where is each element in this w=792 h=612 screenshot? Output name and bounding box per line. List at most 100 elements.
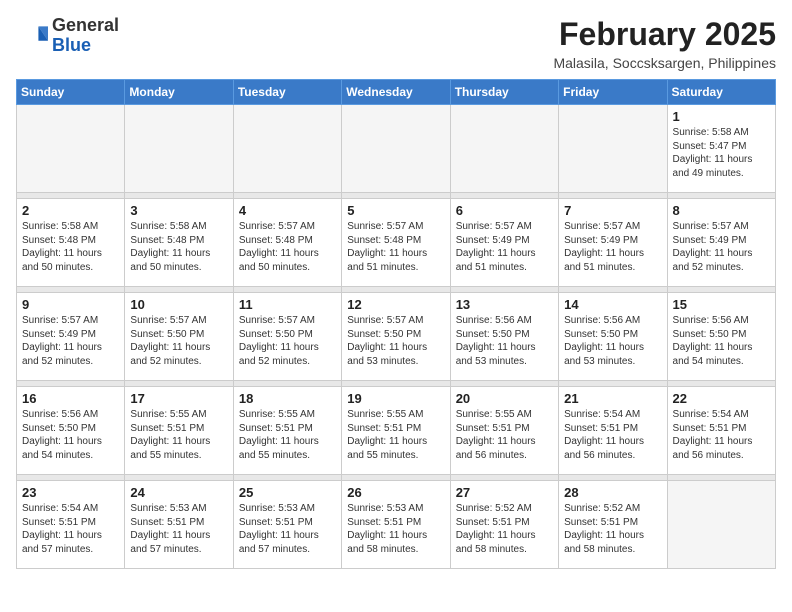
weekday-header-friday: Friday — [559, 80, 667, 105]
day-cell: 25 Sunrise: 5:53 AM Sunset: 5:51 PM Dayli… — [233, 481, 341, 569]
day-number: 23 — [22, 485, 119, 500]
weekday-header-monday: Monday — [125, 80, 233, 105]
day-number: 6 — [456, 203, 553, 218]
week-row-3: 9Sunrise: 5:57 AM Sunset: 5:49 PM Daylig… — [17, 293, 776, 381]
day-cell: 13 Sunrise: 5:56 AM Sunset: 5:50 PM Dayli… — [450, 293, 558, 381]
weekday-header-tuesday: Tuesday — [233, 80, 341, 105]
day-number: 4 — [239, 203, 336, 218]
day-number: 1 — [673, 109, 770, 124]
day-cell — [559, 105, 667, 193]
day-info: Sunrise: 5:57 AM Sunset: 5:50 PM Dayligh… — [347, 314, 444, 368]
day-cell — [125, 105, 233, 193]
day-cell: 11 Sunrise: 5:57 AM Sunset: 5:50 PM Dayli… — [233, 293, 341, 381]
day-info: Sunrise: 5:53 AM Sunset: 5:51 PM Dayligh… — [239, 502, 336, 556]
weekday-header-sunday: Sunday — [17, 80, 125, 105]
day-info: Sunrise: 5:55 AM Sunset: 5:51 PM Dayligh… — [239, 408, 336, 462]
day-cell — [667, 481, 775, 569]
day-info: Sunrise: 5:57 AM Sunset: 5:50 PM Dayligh… — [130, 314, 227, 368]
day-number: 5 — [347, 203, 444, 218]
logo-line2: Blue — [52, 36, 119, 56]
day-info: Sunrise: 5:58 AM Sunset: 5:48 PM Dayligh… — [130, 220, 227, 274]
day-number: 3 — [130, 203, 227, 218]
day-cell: 26Sunrise: 5:53 AM Sunset: 5:51 PM Dayli… — [342, 481, 450, 569]
day-cell: 5 Sunrise: 5:57 AM Sunset: 5:48 PM Daylig… — [342, 199, 450, 287]
day-number: 18 — [239, 391, 336, 406]
day-cell: 22Sunrise: 5:54 AM Sunset: 5:51 PM Dayli… — [667, 387, 775, 475]
day-number: 19 — [347, 391, 444, 406]
day-cell: 10 Sunrise: 5:57 AM Sunset: 5:50 PM Dayli… — [125, 293, 233, 381]
day-info: Sunrise: 5:54 AM Sunset: 5:51 PM Dayligh… — [22, 502, 119, 556]
day-info: Sunrise: 5:57 AM Sunset: 5:48 PM Dayligh… — [347, 220, 444, 274]
day-cell — [233, 105, 341, 193]
day-number: 20 — [456, 391, 553, 406]
day-info: Sunrise: 5:57 AM Sunset: 5:50 PM Dayligh… — [239, 314, 336, 368]
day-number: 11 — [239, 297, 336, 312]
day-cell: 7 Sunrise: 5:57 AM Sunset: 5:49 PM Daylig… — [559, 199, 667, 287]
day-cell: 15 Sunrise: 5:56 AM Sunset: 5:50 PM Dayli… — [667, 293, 775, 381]
day-info: Sunrise: 5:56 AM Sunset: 5:50 PM Dayligh… — [673, 314, 770, 368]
day-cell — [450, 105, 558, 193]
week-row-2: 2 Sunrise: 5:58 AM Sunset: 5:48 PM Daylig… — [17, 199, 776, 287]
day-info: Sunrise: 5:57 AM Sunset: 5:48 PM Dayligh… — [239, 220, 336, 274]
day-cell — [17, 105, 125, 193]
day-number: 13 — [456, 297, 553, 312]
month-title: February 2025 — [553, 16, 776, 53]
day-cell: 23 Sunrise: 5:54 AM Sunset: 5:51 PM Dayli… — [17, 481, 125, 569]
day-cell: 16Sunrise: 5:56 AM Sunset: 5:50 PM Dayli… — [17, 387, 125, 475]
day-cell: 9Sunrise: 5:57 AM Sunset: 5:49 PM Daylig… — [17, 293, 125, 381]
day-number: 22 — [673, 391, 770, 406]
header: General Blue February 2025 Malasila, Soc… — [16, 16, 776, 71]
day-number: 2 — [22, 203, 119, 218]
day-number: 27 — [456, 485, 553, 500]
day-info: Sunrise: 5:57 AM Sunset: 5:49 PM Dayligh… — [673, 220, 770, 274]
day-number: 7 — [564, 203, 661, 218]
day-info: Sunrise: 5:57 AM Sunset: 5:49 PM Dayligh… — [456, 220, 553, 274]
day-cell: 14 Sunrise: 5:56 AM Sunset: 5:50 PM Dayli… — [559, 293, 667, 381]
day-cell: 20 Sunrise: 5:55 AM Sunset: 5:51 PM Dayli… — [450, 387, 558, 475]
day-info: Sunrise: 5:52 AM Sunset: 5:51 PM Dayligh… — [456, 502, 553, 556]
weekday-header-row: SundayMondayTuesdayWednesdayThursdayFrid… — [17, 80, 776, 105]
day-number: 28 — [564, 485, 661, 500]
week-row-1: 1 Sunrise: 5:58 AM Sunset: 5:47 PM Daylig… — [17, 105, 776, 193]
day-cell: 28 Sunrise: 5:52 AM Sunset: 5:51 PM Dayli… — [559, 481, 667, 569]
day-info: Sunrise: 5:56 AM Sunset: 5:50 PM Dayligh… — [456, 314, 553, 368]
day-cell: 12 Sunrise: 5:57 AM Sunset: 5:50 PM Dayli… — [342, 293, 450, 381]
day-cell: 18 Sunrise: 5:55 AM Sunset: 5:51 PM Dayli… — [233, 387, 341, 475]
day-cell — [342, 105, 450, 193]
day-number: 10 — [130, 297, 227, 312]
day-number: 12 — [347, 297, 444, 312]
logo-line1: General — [52, 16, 119, 36]
weekday-header-wednesday: Wednesday — [342, 80, 450, 105]
day-info: Sunrise: 5:52 AM Sunset: 5:51 PM Dayligh… — [564, 502, 661, 556]
logo-icon — [16, 20, 48, 52]
day-cell: 4 Sunrise: 5:57 AM Sunset: 5:48 PM Daylig… — [233, 199, 341, 287]
day-cell: 21 Sunrise: 5:54 AM Sunset: 5:51 PM Dayli… — [559, 387, 667, 475]
day-info: Sunrise: 5:55 AM Sunset: 5:51 PM Dayligh… — [456, 408, 553, 462]
day-info: Sunrise: 5:56 AM Sunset: 5:50 PM Dayligh… — [564, 314, 661, 368]
week-row-5: 23 Sunrise: 5:54 AM Sunset: 5:51 PM Dayli… — [17, 481, 776, 569]
day-info: Sunrise: 5:57 AM Sunset: 5:49 PM Dayligh… — [564, 220, 661, 274]
day-cell: 27 Sunrise: 5:52 AM Sunset: 5:51 PM Dayli… — [450, 481, 558, 569]
day-info: Sunrise: 5:58 AM Sunset: 5:47 PM Dayligh… — [673, 126, 770, 180]
day-info: Sunrise: 5:58 AM Sunset: 5:48 PM Dayligh… — [22, 220, 119, 274]
title-area: February 2025 Malasila, Soccsksargen, Ph… — [553, 16, 776, 71]
day-cell: 3 Sunrise: 5:58 AM Sunset: 5:48 PM Daylig… — [125, 199, 233, 287]
day-cell: 24Sunrise: 5:53 AM Sunset: 5:51 PM Dayli… — [125, 481, 233, 569]
weekday-header-thursday: Thursday — [450, 80, 558, 105]
day-number: 14 — [564, 297, 661, 312]
weekday-header-saturday: Saturday — [667, 80, 775, 105]
day-info: Sunrise: 5:55 AM Sunset: 5:51 PM Dayligh… — [130, 408, 227, 462]
day-cell: 6 Sunrise: 5:57 AM Sunset: 5:49 PM Daylig… — [450, 199, 558, 287]
day-info: Sunrise: 5:54 AM Sunset: 5:51 PM Dayligh… — [564, 408, 661, 462]
day-cell: 8 Sunrise: 5:57 AM Sunset: 5:49 PM Daylig… — [667, 199, 775, 287]
day-number: 21 — [564, 391, 661, 406]
day-info: Sunrise: 5:55 AM Sunset: 5:51 PM Dayligh… — [347, 408, 444, 462]
day-cell: 2 Sunrise: 5:58 AM Sunset: 5:48 PM Daylig… — [17, 199, 125, 287]
location: Malasila, Soccsksargen, Philippines — [553, 55, 776, 71]
day-number: 9 — [22, 297, 119, 312]
day-info: Sunrise: 5:53 AM Sunset: 5:51 PM Dayligh… — [347, 502, 444, 556]
day-number: 25 — [239, 485, 336, 500]
day-number: 8 — [673, 203, 770, 218]
day-number: 15 — [673, 297, 770, 312]
day-cell: 17Sunrise: 5:55 AM Sunset: 5:51 PM Dayli… — [125, 387, 233, 475]
